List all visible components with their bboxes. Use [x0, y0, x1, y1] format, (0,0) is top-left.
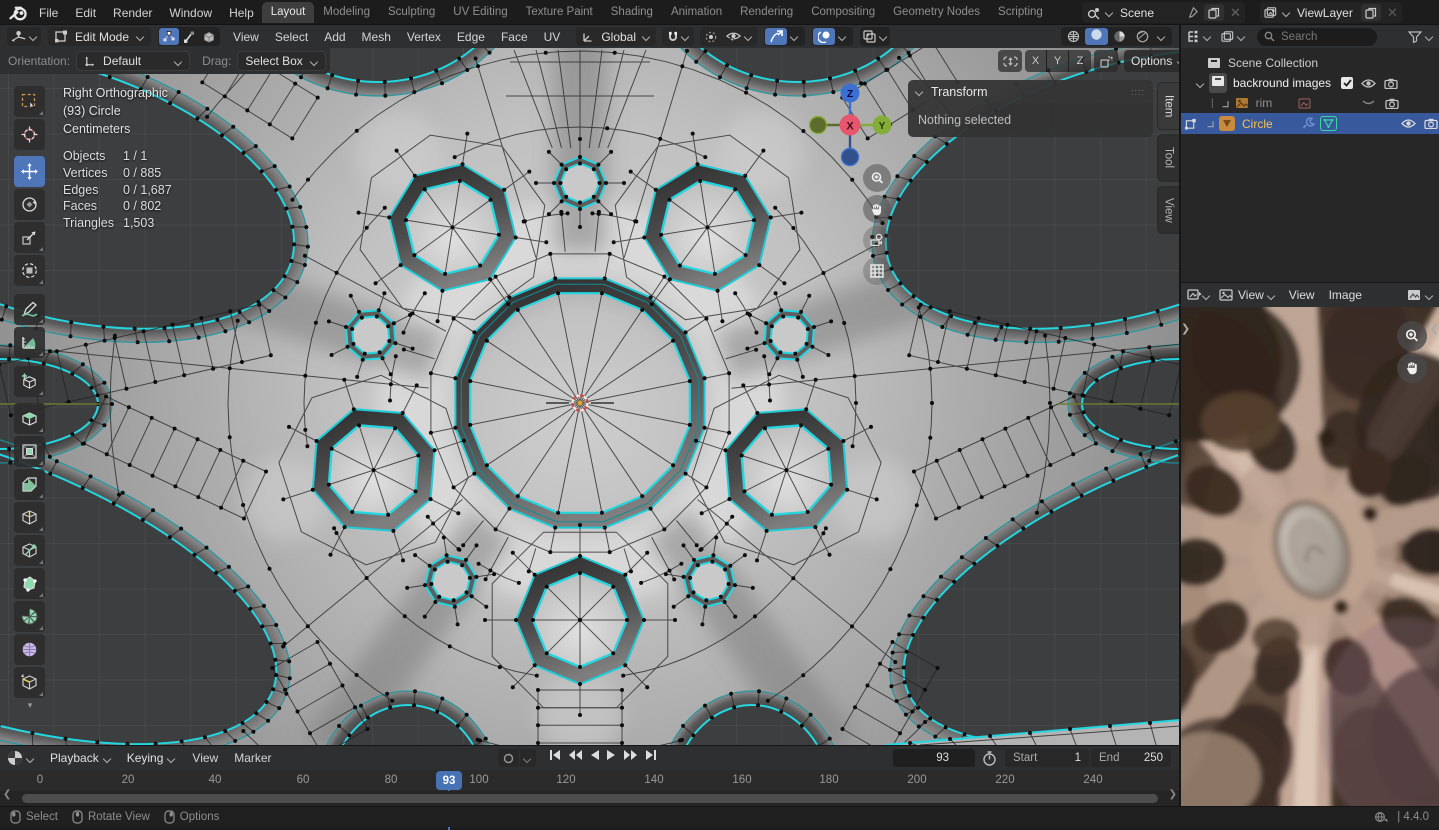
svg-text:X: X [846, 121, 854, 133]
svg-text:Y: Y [879, 121, 886, 132]
svg-text:Z: Z [847, 89, 853, 100]
